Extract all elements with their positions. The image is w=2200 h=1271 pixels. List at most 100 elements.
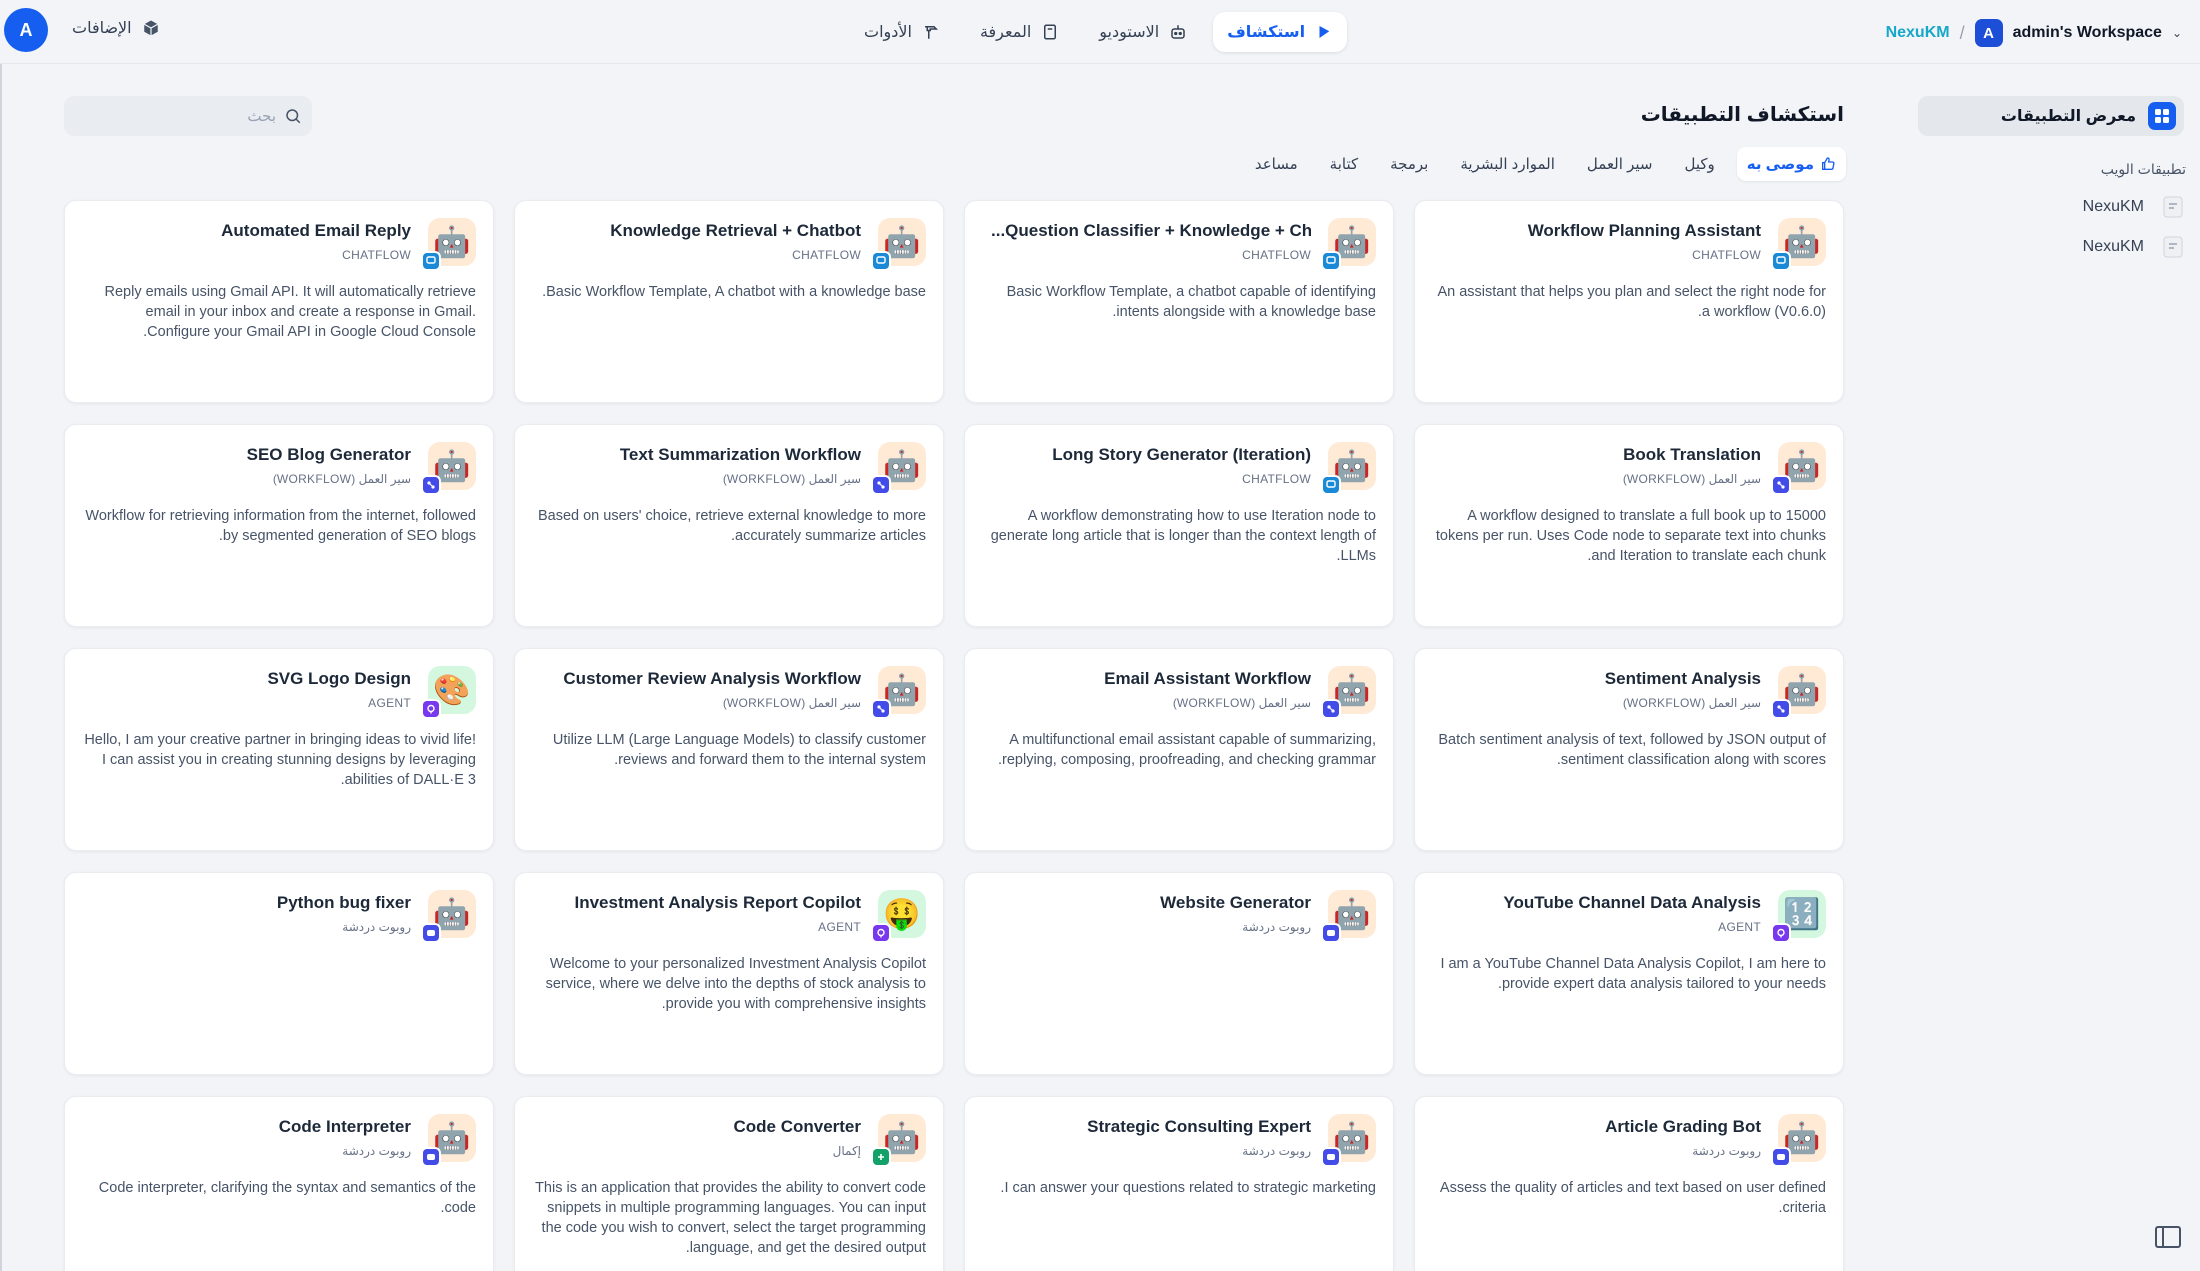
sidebar-web-app[interactable]: NexuKM [2082, 236, 2183, 258]
nav-tools-label: الأدوات [864, 24, 912, 41]
app-card[interactable]: 🤖 Strategic Consulting Expert روبوت دردشة I… [964, 1096, 1394, 1271]
app-card-description: Basic Workflow Template, a chatbot capab… [1006, 284, 1376, 320]
plugins-button[interactable]: الإضافات [72, 18, 160, 38]
chatflow-badge-icon [871, 251, 891, 271]
chat-badge-icon [1771, 1147, 1791, 1167]
app-card-type: روبوت دردشة [342, 920, 411, 934]
category-tab-programming[interactable]: برمجة [1380, 147, 1438, 181]
compass-icon [1319, 26, 1330, 38]
workflow-badge-icon [871, 699, 891, 719]
app-card[interactable]: 🤖 Python bug fixer روبوت دردشة [64, 872, 494, 1075]
search-box[interactable] [64, 96, 312, 136]
app-card[interactable]: 🤖 Sentiment Analysis سير العمل (WORKFLOW) B… [1414, 648, 1844, 851]
app-card-description: Based on users' choice, retrieve externa… [537, 508, 926, 544]
sidebar-web-app[interactable]: NexuKM [2083, 196, 2183, 218]
app-card-title: ...Question Classifier + Knowledge + Cha… [991, 221, 1311, 240]
app-card[interactable]: 🎨 SVG Logo Design AGENT Hello, I am your cr… [64, 648, 494, 851]
app-card-type: سير العمل (WORKFLOW) [722, 472, 861, 486]
app-card[interactable]: 🤖 Text Summarization Workflow سير العمل (W… [514, 424, 944, 627]
app-card[interactable]: 🤖 Book Translation سير العمل (WORKFLOW) A w… [1414, 424, 1844, 627]
app-card[interactable]: 🤖 Article Grading Bot روبوت دردشة Assess th… [1414, 1096, 1844, 1271]
robot-icon [1171, 25, 1185, 39]
category-tab-recommended[interactable]: موصى به [1736, 147, 1846, 181]
brand-separator: / [1959, 22, 1965, 43]
app-card-type: سير العمل (WORKFLOW) [1172, 696, 1311, 710]
user-avatar[interactable]: A [4, 8, 48, 52]
category-tab-assistant[interactable]: مساعد [1245, 147, 1308, 181]
book-icon [1044, 24, 1057, 40]
app-card-type: CHATFLOW [792, 248, 861, 262]
app-card[interactable]: 🤖 Automated Email Reply CHATFLOW Reply emai… [64, 200, 494, 403]
app-card-type: CHATFLOW [1242, 472, 1311, 486]
search-icon [286, 109, 301, 124]
app-card[interactable]: 🤖 Website Generator روبوت دردشة [964, 872, 1394, 1075]
app-card-type: روبوت دردشة [1242, 1144, 1311, 1158]
sidebar-section-title: تطبيقات الويب [2100, 161, 2186, 177]
category-tab-hr[interactable]: الموارد البشرية [1450, 147, 1565, 181]
chat-badge-icon [1321, 1147, 1341, 1167]
nav-explore[interactable]: استكشاف [1213, 12, 1348, 52]
app-card-description: Reply emails using Gmail API. It will au… [104, 284, 477, 340]
workspace-name[interactable]: admin's Workspace [2013, 24, 2162, 42]
document-icon [2163, 236, 2183, 258]
category-tabs: موصى به وكيل سير العمل الموارد البشرية ب… [1245, 147, 1846, 181]
app-card[interactable]: 🤖 Customer Review Analysis Workflow سير ال… [514, 648, 944, 851]
app-card-type: سير العمل (WORKFLOW) [272, 472, 411, 486]
sidebar-web-app-label: NexuKM [2082, 238, 2144, 255]
category-tab-label: برمجة [1390, 156, 1429, 173]
app-card-title: Website Generator [1160, 893, 1311, 912]
app-card[interactable]: 🤖 Code Converter إكمال This is an applicati… [514, 1096, 944, 1271]
nav-studio-label: الاستوديو [1099, 24, 1160, 41]
nav-studio[interactable]: الاستوديو [1085, 12, 1201, 52]
app-card-type: روبوت دردشة [1692, 1144, 1761, 1158]
app-card[interactable]: 🤑 Investment Analysis Report Copilot AGENT… [514, 872, 944, 1075]
app-card-title: Email Assistant Workflow [1104, 669, 1311, 688]
app-card-type: AGENT [1718, 920, 1761, 934]
app-card-description: A multifunctional email assistant capabl… [997, 732, 1376, 768]
category-tab-workflow[interactable]: سير العمل [1577, 147, 1663, 181]
chat-badge-icon [421, 923, 441, 943]
app-card[interactable]: 🤖 Long Story Generator (Iteration) CHATFLO… [964, 424, 1394, 627]
agent-badge-icon [1771, 923, 1791, 943]
app-card-description: Welcome to your personalized Investment … [545, 956, 926, 1012]
app-card-title: Code Interpreter [278, 1117, 411, 1136]
chevron-down-icon[interactable]: ⌄ [2172, 26, 2182, 40]
app-card[interactable]: 🔢 YouTube Channel Data Analysis AGENT I am … [1414, 872, 1844, 1075]
app-card[interactable]: 🤖 Knowledge Retrieval + Chatbot CHATFLOW Ba… [514, 200, 944, 403]
page-title: استكشاف التطبيقات [1640, 104, 1844, 126]
search-input[interactable] [126, 107, 276, 125]
brand-logo: NexuKM [1885, 24, 1950, 41]
app-card-description: Batch sentiment analysis of text, follow… [1438, 732, 1826, 768]
app-card[interactable]: 🤖 ...Question Classifier + Knowledge + Ch… [964, 200, 1394, 403]
category-tab-agent[interactable]: وكيل [1674, 147, 1724, 181]
nav-tools[interactable]: الأدوات [850, 12, 954, 52]
app-card-description: A workflow demonstrating how to use Iter… [990, 508, 1376, 564]
app-card-title: Article Grading Bot [1605, 1117, 1761, 1136]
app-card-title: Automated Email Reply [221, 221, 411, 240]
app-card[interactable]: 🤖 SEO Blog Generator سير العمل (WORKFLOW) W… [64, 424, 494, 627]
app-card-title: SVG Logo Design [267, 669, 411, 688]
sidebar-app-gallery[interactable]: معرض التطبيقات [1918, 96, 2184, 136]
category-tab-label: كتابة [1329, 156, 1359, 173]
workflow-badge-icon [1321, 699, 1341, 719]
app-card-description: Assess the quality of articles and text … [1439, 1180, 1826, 1216]
app-card-title: Workflow Planning Assistant [1527, 221, 1761, 240]
top-bar: NexuKM / A admin's Workspace ⌄ استكشاف ا… [0, 0, 2200, 64]
cube-icon [143, 20, 158, 36]
sidebar-collapse-icon[interactable] [2154, 1225, 2182, 1249]
app-card-title: Investment Analysis Report Copilot [574, 893, 861, 912]
workspace-switcher[interactable]: NexuKM / A admin's Workspace ⌄ [1886, 19, 2182, 47]
app-card-title: Book Translation [1623, 445, 1761, 464]
category-tab-label: مساعد [1254, 156, 1298, 173]
agent-badge-icon [421, 699, 441, 719]
app-card[interactable]: 🤖 Email Assistant Workflow سير العمل (WORK… [964, 648, 1394, 851]
app-card[interactable]: 🤖 Code Interpreter روبوت دردشة Code interpr… [64, 1096, 494, 1271]
completion-badge-icon [871, 1147, 891, 1167]
category-tab-label: سير العمل [1586, 156, 1653, 173]
app-card[interactable]: 🤖 Workflow Planning Assistant CHATFLOW An a… [1414, 200, 1844, 403]
app-card-title: Customer Review Analysis Workflow [563, 669, 861, 688]
app-card-description: I can answer your questions related to s… [1000, 1180, 1376, 1196]
chat-badge-icon [1321, 923, 1341, 943]
category-tab-writing[interactable]: كتابة [1320, 147, 1368, 181]
nav-knowledge[interactable]: المعرفة [966, 12, 1073, 52]
